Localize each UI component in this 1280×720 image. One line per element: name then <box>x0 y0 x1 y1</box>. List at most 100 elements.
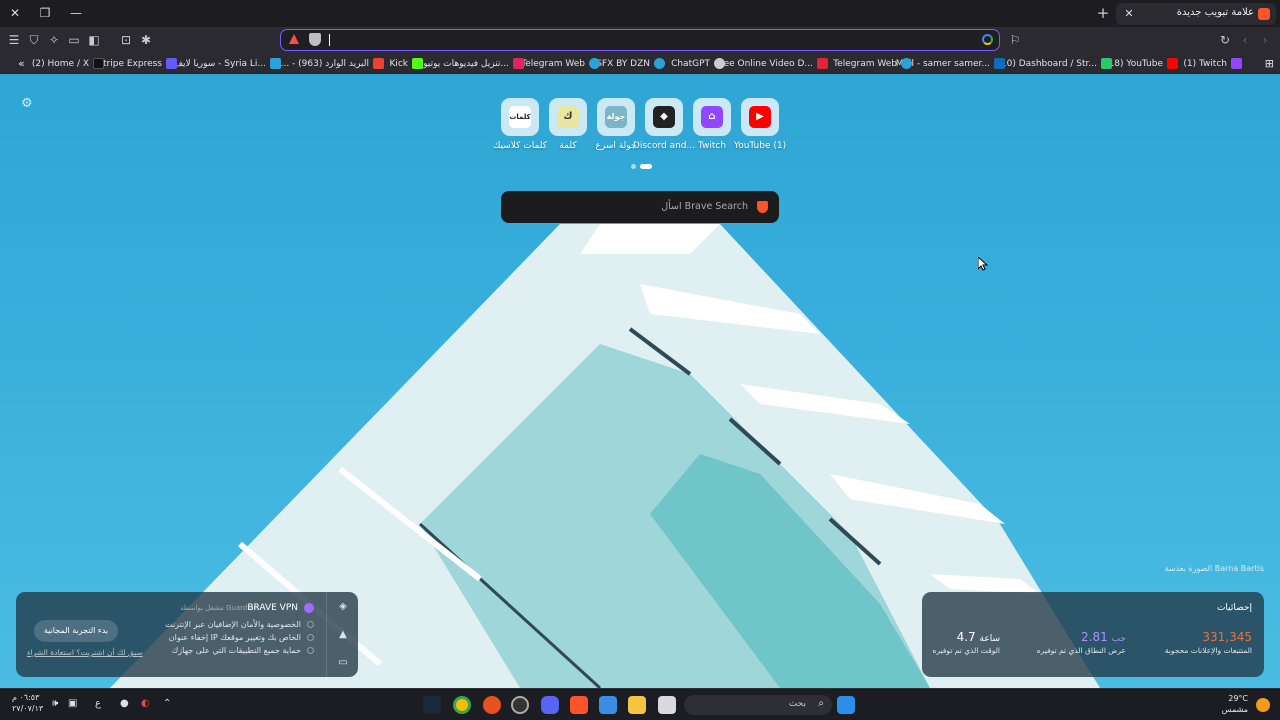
vpn-logo-icon <box>304 603 314 613</box>
telegram-icon <box>654 58 665 69</box>
tray-overflow-icon[interactable]: ⌃ <box>163 698 171 709</box>
tab-close-icon[interactable]: ✕ <box>1122 6 1136 22</box>
address-bar[interactable] <box>280 29 1000 51</box>
brave-rewards-icon[interactable] <box>289 34 299 44</box>
volume-icon[interactable]: 🕪 <box>52 698 58 709</box>
bookmark-item[interactable]: (2) Home / X <box>32 56 104 71</box>
sidebar-icon[interactable]: ◧ <box>86 32 102 48</box>
bookmark-item[interactable]: Mail - samer samer... <box>896 56 1005 71</box>
check-icon <box>307 621 314 628</box>
pager-dot[interactable] <box>631 164 636 169</box>
brave-icon[interactable] <box>570 696 588 714</box>
search-box[interactable]: اسأل Brave Search <box>501 191 779 223</box>
bookmark-item[interactable]: (10) Dashboard / Str... <box>997 56 1112 71</box>
taskbar: ٠٦:٥٣ م ٢٧/٠٧/١٣ 🕪 ▣ ع ● ◐ ⌃ بحث ⌕ 29°C … <box>0 688 1280 720</box>
new-tab-button[interactable]: + <box>1094 4 1112 22</box>
bookmark-icon[interactable]: ⚐ <box>1007 32 1023 48</box>
app-icon[interactable] <box>483 696 501 714</box>
discord-icon: ◆ <box>653 106 675 128</box>
top-site-kalemat[interactable]: كلمات كلمات كلاسيك <box>483 98 557 151</box>
clock-date: ٢٧/٠٧/١٣ <box>12 704 44 713</box>
stat-bandwidth: 2.81 جب عرض النطاق الذي تم توفيره <box>1037 630 1126 655</box>
network-icon[interactable]: ▣ <box>68 698 77 709</box>
bookmark-item[interactable]: SFX BY DZN <box>596 56 665 71</box>
close-window-icon[interactable]: ✕ <box>5 4 25 22</box>
input-language[interactable]: ع <box>95 698 101 709</box>
steam-icon[interactable] <box>423 696 441 714</box>
bookmark-item[interactable]: Telegram Web <box>521 56 600 71</box>
brave-tab-icon <box>1258 8 1270 20</box>
restore-purchase-link[interactable]: سبق لك أن اشتريت؟ استعادة الشراء <box>27 648 143 657</box>
file-explorer-icon[interactable] <box>628 696 646 714</box>
chatgpt-icon <box>714 58 725 69</box>
top-site-label: كلمات كلاسيك <box>492 141 548 151</box>
bookmark-item[interactable]: Kick <box>389 56 423 71</box>
restore-window-icon[interactable]: ❐ <box>35 4 55 22</box>
search-placeholder: اسأل Brave Search <box>661 201 748 212</box>
wallet-icon[interactable]: ▭ <box>66 32 82 48</box>
news-tab-icon[interactable]: ▲ <box>337 629 349 641</box>
toolbar: ☰ ⛉ ✧ ▭ ◧ ⊡ ✱ ⚐ ↻ ‹ › <box>0 27 1280 53</box>
extensions-icon[interactable]: ✱ <box>138 32 154 48</box>
store-icon[interactable] <box>599 696 617 714</box>
brave-search-icon <box>757 201 768 213</box>
taskbar-clock[interactable]: ٠٦:٥٣ م ٢٧/٠٧/١٣ <box>12 692 43 714</box>
discord-icon[interactable] <box>541 696 559 714</box>
bookmark-item[interactable]: ChatGPT <box>671 56 725 71</box>
minimize-window-icon[interactable]: — <box>66 4 86 22</box>
back-icon[interactable]: ‹ <box>1237 32 1253 48</box>
twitch-icon <box>1231 58 1242 69</box>
bookmark-item[interactable]: Stripe Express <box>97 56 177 71</box>
tray-app-icon[interactable]: ◐ <box>141 698 150 709</box>
stat-number: 331,345 <box>1202 630 1252 644</box>
photo-credit[interactable]: الصورة بعدسة Barna Bartis <box>1165 564 1264 573</box>
weather-text: مشمس <box>1221 705 1248 714</box>
forward-icon[interactable]: › <box>1257 32 1273 48</box>
gear-icon[interactable]: ⚙ <box>21 97 35 111</box>
microphone-icon[interactable]: ● <box>120 698 129 709</box>
google-lens-icon[interactable] <box>982 34 993 45</box>
shield-icon[interactable]: ⛉ <box>26 32 42 48</box>
text-caret <box>329 34 330 46</box>
bookmarks-overflow-icon[interactable]: « <box>18 56 25 71</box>
youtube-icon: ▶ <box>749 106 771 128</box>
start-free-trial-button[interactable]: بدء التجربة المجانية <box>34 620 118 642</box>
vpn-powered-by: مشغل بواسطة Guardian <box>179 604 258 612</box>
gmail-icon <box>373 58 384 69</box>
active-tab[interactable]: ✕ علامة تبويب جديدة <box>1116 3 1276 25</box>
stats-title: إحصائيات <box>1216 603 1252 613</box>
taskbar-search[interactable]: بحث ⌕ <box>684 695 832 715</box>
taskbar-search-placeholder: بحث <box>788 699 806 709</box>
vpn-tab-icon[interactable]: ◈ <box>337 601 349 613</box>
telegram-icon <box>589 58 600 69</box>
bookmark-item[interactable]: Free Online Video D... <box>716 56 828 71</box>
x-icon <box>93 58 104 69</box>
reload-icon[interactable]: ↻ <box>1217 32 1233 48</box>
check-icon <box>307 634 314 641</box>
obs-icon[interactable] <box>511 696 529 714</box>
cards-tab-icon[interactable]: ▭ <box>337 657 349 669</box>
brave-shields-icon[interactable] <box>309 33 321 46</box>
menu-icon[interactable]: ☰ <box>6 32 22 48</box>
syria-live-icon <box>270 58 281 69</box>
kelma-icon: ك <box>557 106 579 128</box>
stat-number: 4.7 <box>956 630 976 644</box>
task-view-icon[interactable] <box>658 696 676 714</box>
bookmark-item[interactable]: Telegram Web <box>833 56 912 71</box>
weather-widget[interactable]: 29°C مشمس <box>1222 693 1248 715</box>
bookmark-item[interactable]: (1) Twitch <box>1183 56 1242 71</box>
pager-dot-active[interactable] <box>640 164 652 169</box>
start-icon[interactable] <box>837 696 855 714</box>
stat-number: 2.81 <box>1081 630 1108 644</box>
bookmark-item[interactable]: تنزيل فيديوهات يوتيو... <box>423 56 524 71</box>
chrome-icon[interactable] <box>453 696 471 714</box>
leo-icon[interactable]: ✧ <box>46 32 62 48</box>
video-download-icon <box>817 58 828 69</box>
bookmarks-apps-icon[interactable]: ⊞ <box>1265 56 1274 71</box>
youtube-download-icon <box>513 58 524 69</box>
new-tab-page: ⚙ ▶ YouTube (1) ⌂ Twitch ◆ Discord and..… <box>0 74 1280 688</box>
bookmark-item[interactable]: (18) YouTube <box>1105 56 1178 71</box>
bookmark-item[interactable]: سوريا لايف - Syria Li... <box>174 56 281 71</box>
screenshot-icon[interactable]: ⊡ <box>118 32 134 48</box>
bookmark-item[interactable]: البريد الوارد (963) - ...ه <box>276 56 384 71</box>
